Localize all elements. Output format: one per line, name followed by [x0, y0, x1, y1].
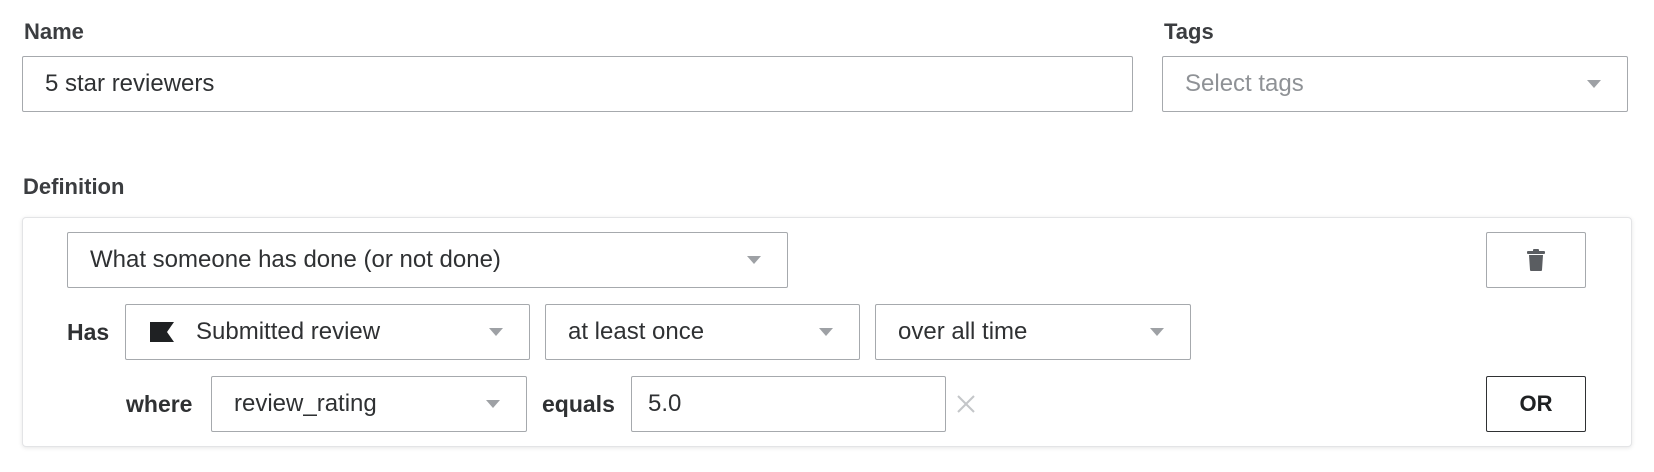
- flag-icon: [150, 322, 174, 342]
- value-input[interactable]: 5.0: [648, 390, 945, 418]
- tags-placeholder: Select tags: [1185, 70, 1304, 97]
- caret-down-icon[interactable]: [747, 256, 761, 264]
- caret-down-icon[interactable]: [486, 400, 500, 408]
- event-value: Submitted review: [196, 318, 381, 345]
- caret-down-icon[interactable]: [489, 328, 503, 336]
- timeframe-select[interactable]: over all time: [875, 304, 1191, 360]
- trash-icon: [1527, 249, 1545, 271]
- equals-label: equals: [542, 391, 615, 417]
- name-field[interactable]: [22, 56, 1133, 112]
- event-select[interactable]: Submitted review: [125, 304, 530, 360]
- caret-down-icon: [1587, 80, 1601, 88]
- tags-label: Tags: [1164, 19, 1214, 44]
- delete-condition-button[interactable]: [1486, 232, 1586, 288]
- or-button[interactable]: OR: [1486, 376, 1586, 432]
- name-input[interactable]: [45, 70, 1132, 98]
- definition-label: Definition: [23, 174, 125, 199]
- timeframe-value: over all time: [898, 318, 1028, 345]
- name-label: Name: [24, 19, 84, 44]
- where-label: where: [126, 391, 193, 417]
- property-value: review_rating: [234, 390, 377, 417]
- caret-down-icon[interactable]: [819, 328, 833, 336]
- condition-type-select[interactable]: What someone has done (or not done): [67, 232, 788, 288]
- close-icon[interactable]: [955, 393, 977, 415]
- value-field[interactable]: 5.0: [631, 376, 946, 432]
- property-select[interactable]: review_rating: [211, 376, 527, 432]
- frequency-value: at least once: [568, 318, 705, 345]
- tags-select[interactable]: Select tags: [1162, 56, 1628, 112]
- frequency-select[interactable]: at least once: [545, 304, 860, 360]
- condition-type-value: What someone has done (or not done): [90, 246, 501, 273]
- caret-down-icon[interactable]: [1150, 328, 1164, 336]
- has-label: Has: [67, 319, 110, 345]
